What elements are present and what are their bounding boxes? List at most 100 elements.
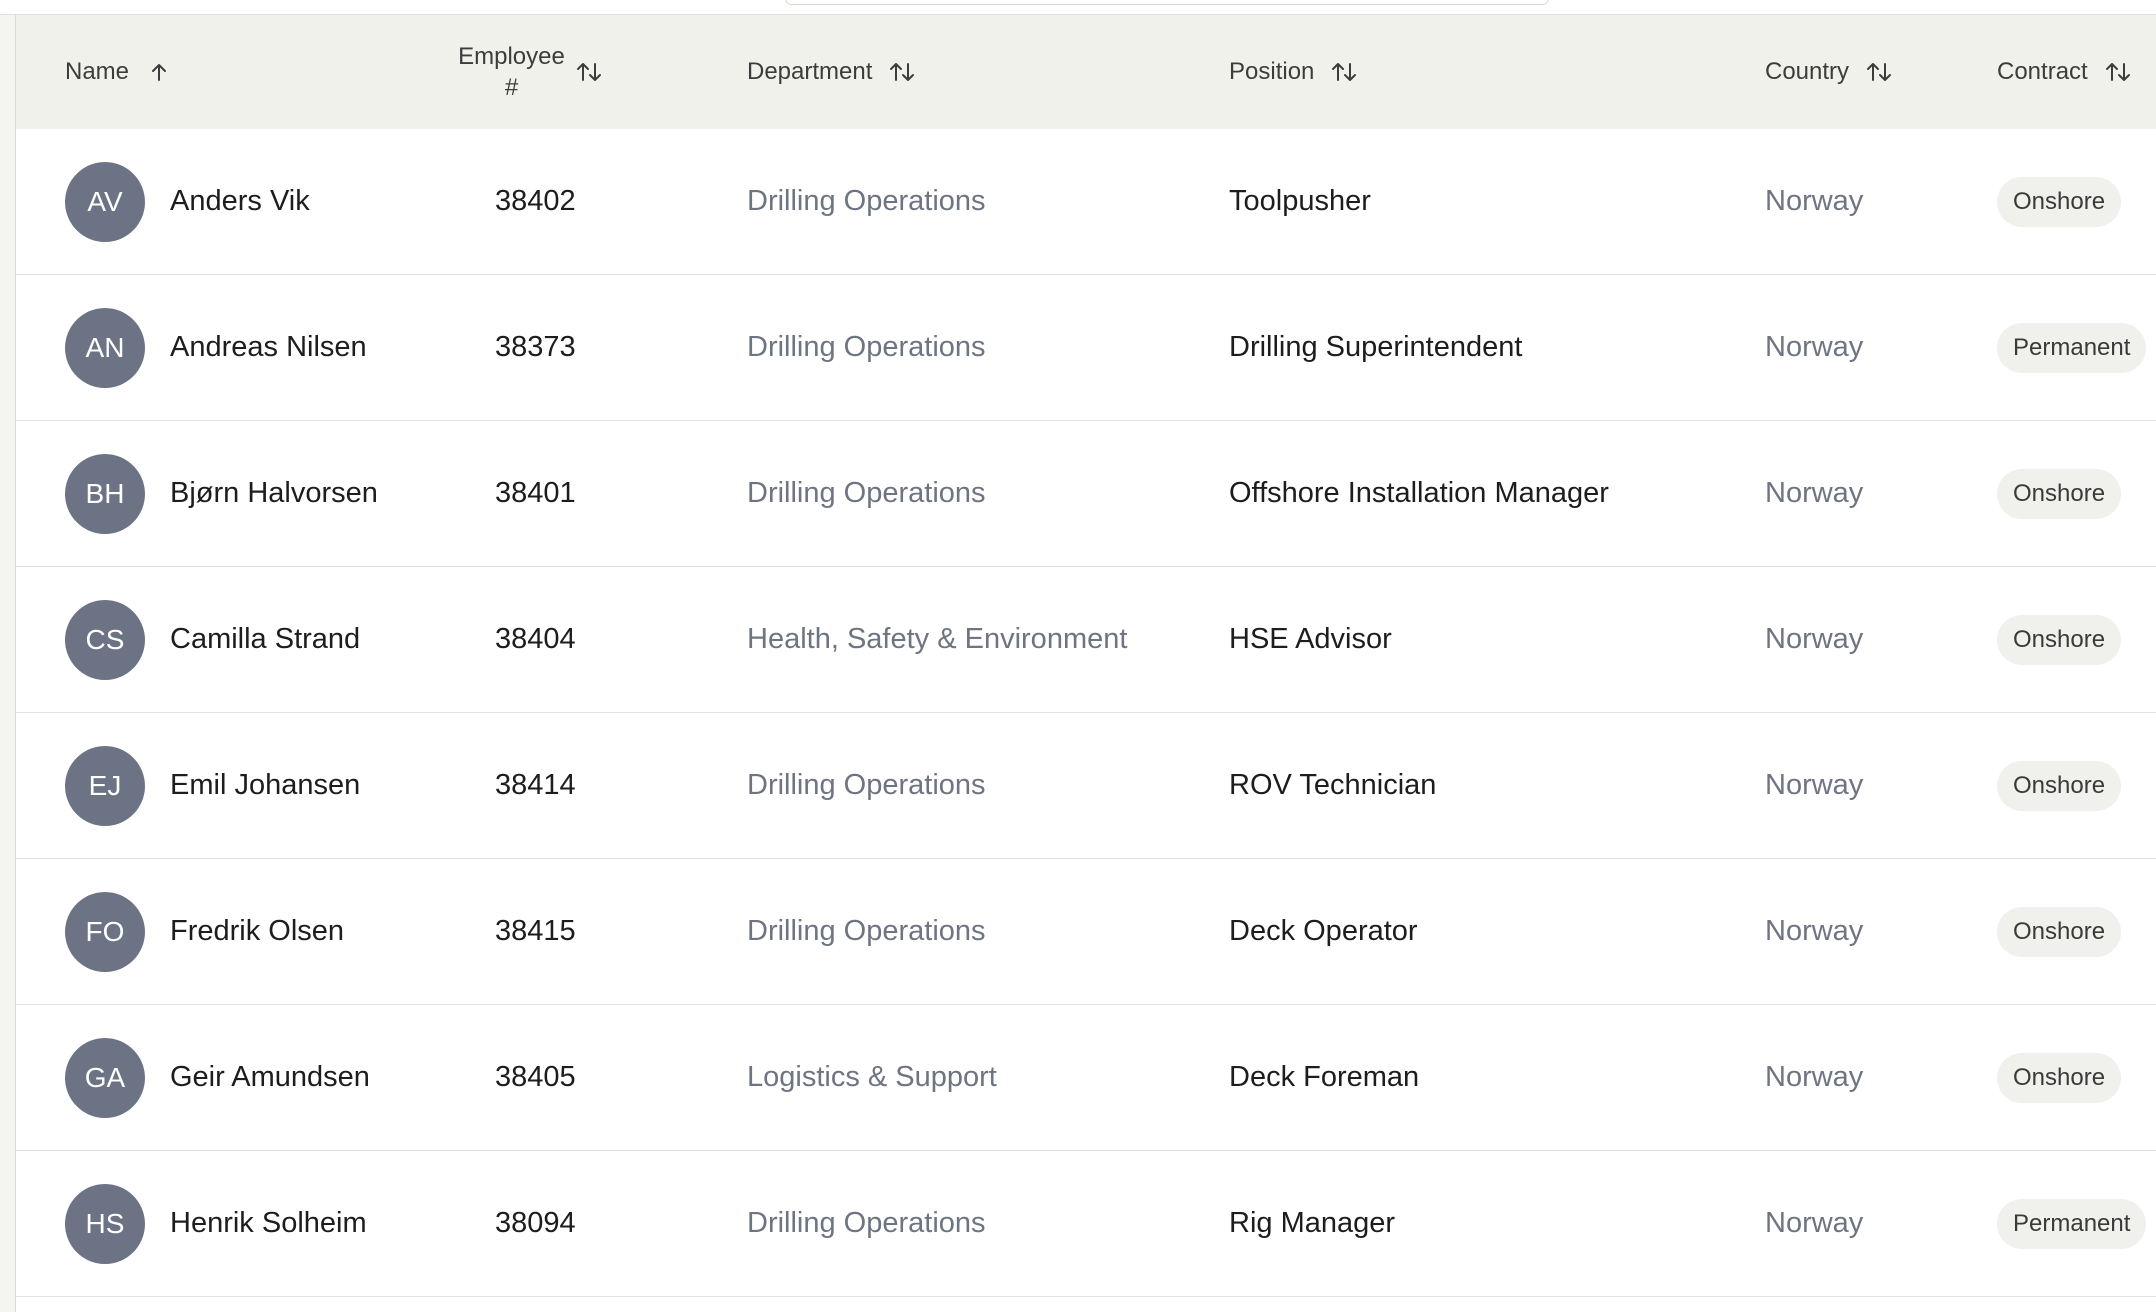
cell-contract: Onshore [1997, 129, 2122, 274]
cell-department: Health, Safety & Environment [747, 567, 1127, 712]
cell-employee-number-text: 38373 [495, 331, 576, 363]
cell-name: CS Camilla Strand [65, 567, 360, 712]
contract-badge: Onshore [1997, 614, 2122, 665]
cell-name: GA Geir Amundsen [65, 1005, 370, 1150]
avatar: BH [65, 453, 145, 534]
employee-name: Bjørn Halvorsen [170, 477, 378, 509]
cell-contract: Onshore [1997, 1005, 2122, 1150]
cell-name: HS Henrik Solheim [65, 1151, 367, 1296]
cell-name: AN Andreas Nilsen [65, 275, 367, 420]
cell-contract: Permanent [1997, 275, 2147, 420]
column-header-department[interactable]: Department [747, 15, 916, 129]
column-header-employee-number[interactable]: Employee # [454, 15, 603, 129]
cell-position-text: Deck Foreman [1229, 1061, 1420, 1093]
cell-position-text: Toolpusher [1229, 185, 1371, 217]
label-line-2: # [504, 74, 519, 101]
cell-department-text: Drilling Operations [747, 915, 986, 947]
column-header-country[interactable]: Country [1765, 15, 1893, 129]
contract-badge: Permanent [1997, 322, 2147, 373]
cell-position: Offshore Installation Manager [1229, 421, 1609, 566]
column-header-label: Position [1229, 58, 1315, 85]
table-row[interactable]: FO Fredrik Olsen 38415 Drilling Operations D… [16, 859, 2156, 1005]
top-toolbar-strip [0, 0, 2156, 15]
cell-employee-number: 38415 [495, 859, 576, 1004]
arrows-up-down-icon[interactable] [888, 58, 916, 86]
avatar: HS [65, 1183, 145, 1264]
cell-employee-number: 38094 [495, 1151, 576, 1296]
table-row[interactable]: HS Henrik Solheim 38094 Drilling Operations… [16, 1151, 2156, 1297]
employee-name: Camilla Strand [170, 623, 361, 655]
cell-name: BH Bjørn Halvorsen [65, 421, 378, 566]
contract-badge: Onshore [1997, 760, 2122, 811]
search-bar-edge[interactable] [785, 0, 1549, 5]
cell-employee-number-text: 38401 [495, 477, 576, 509]
cell-country: Norway [1765, 859, 1863, 1004]
arrows-up-down-icon[interactable] [575, 58, 603, 86]
column-header-label: Contract [1997, 58, 2088, 85]
cell-department: Drilling Operations [747, 275, 986, 420]
table-header: Name Employee # Department Position Coun… [16, 15, 2156, 130]
cell-position: Toolpusher [1229, 129, 1371, 274]
cell-country: Norway [1765, 129, 1863, 274]
avatar: FO [65, 891, 145, 972]
contract-badge: Onshore [1997, 468, 2122, 519]
cell-country: Norway [1765, 1005, 1863, 1150]
cell-country: Norway [1765, 421, 1863, 566]
table-row[interactable]: CS Camilla Strand 38404 Health, Safety & En… [16, 567, 2156, 713]
contract-badge: Onshore [1997, 906, 2122, 957]
cell-employee-number: 38414 [495, 713, 576, 858]
table-row[interactable]: AN Andreas Nilsen 38373 Drilling Operations… [16, 275, 2156, 421]
label-line-1: Employee [458, 43, 565, 70]
column-header-position[interactable]: Position [1229, 15, 1358, 129]
employee-name: Emil Johansen [170, 769, 361, 801]
avatar: EJ [65, 745, 145, 826]
cell-department: Logistics & Support [747, 1005, 997, 1150]
cell-position: Deck Operator [1229, 859, 1418, 1004]
column-header-name[interactable]: Name [65, 15, 173, 129]
cell-contract: Onshore [1997, 567, 2122, 712]
employee-name: Geir Amundsen [170, 1061, 370, 1093]
contract-badge: Onshore [1997, 1052, 2122, 1103]
cell-position-text: Deck Operator [1229, 915, 1418, 947]
cell-employee-number: 38402 [495, 129, 576, 274]
table-row[interactable]: EJ Emil Johansen 38414 Drilling Operations R… [16, 713, 2156, 859]
cell-country-text: Norway [1765, 1061, 1864, 1093]
cell-employee-number-text: 38405 [495, 1061, 576, 1093]
cell-department-text: Drilling Operations [747, 185, 986, 217]
cell-department: Drilling Operations [747, 1151, 986, 1296]
cell-employee-number: 38404 [495, 567, 576, 712]
table-row[interactable]: AV Anders Vik 38402 Drilling Operations Tool… [16, 129, 2156, 275]
employee-name: Anders Vik [170, 185, 310, 217]
column-header-contract[interactable]: Contract [1997, 15, 2132, 129]
cell-position: HSE Advisor [1229, 567, 1392, 712]
cell-position: Rig Manager [1229, 1151, 1395, 1296]
cell-country: Norway [1765, 1151, 1863, 1296]
cell-department-text: Health, Safety & Environment [747, 623, 1128, 655]
column-header-label: Employee # [454, 41, 569, 103]
table-row[interactable]: BH Bjørn Halvorsen 38401 Drilling Operation… [16, 421, 2156, 567]
employee-table: Name Employee # Department Position Coun… [15, 15, 2156, 1312]
cell-country-text: Norway [1765, 623, 1864, 655]
cell-country-text: Norway [1765, 769, 1864, 801]
cell-employee-number: 38373 [495, 275, 576, 420]
cell-department: Drilling Operations [747, 713, 986, 858]
arrows-up-down-icon[interactable] [1865, 58, 1893, 86]
cell-position: Deck Foreman [1229, 1005, 1419, 1150]
cell-employee-number-text: 38415 [495, 915, 576, 947]
cell-position: Drilling Superintendent [1229, 275, 1522, 420]
cell-country-text: Norway [1765, 915, 1864, 947]
avatar: AN [65, 307, 145, 388]
arrow-up-icon[interactable] [145, 58, 173, 86]
employee-name: Henrik Solheim [170, 1207, 367, 1239]
arrows-up-down-icon[interactable] [1330, 58, 1358, 86]
cell-position-text: Offshore Installation Manager [1229, 477, 1609, 509]
cell-contract: Onshore [1997, 713, 2122, 858]
avatar: CS [65, 599, 145, 680]
arrows-up-down-icon[interactable] [2104, 58, 2132, 86]
cell-department-text: Drilling Operations [747, 1207, 986, 1239]
avatar: AV [65, 161, 145, 242]
cell-country-text: Norway [1765, 185, 1864, 217]
table-row[interactable]: GA Geir Amundsen 38405 Logistics & Support D… [16, 1005, 2156, 1151]
contract-badge: Onshore [1997, 176, 2122, 227]
cell-employee-number-text: 38402 [495, 185, 576, 217]
